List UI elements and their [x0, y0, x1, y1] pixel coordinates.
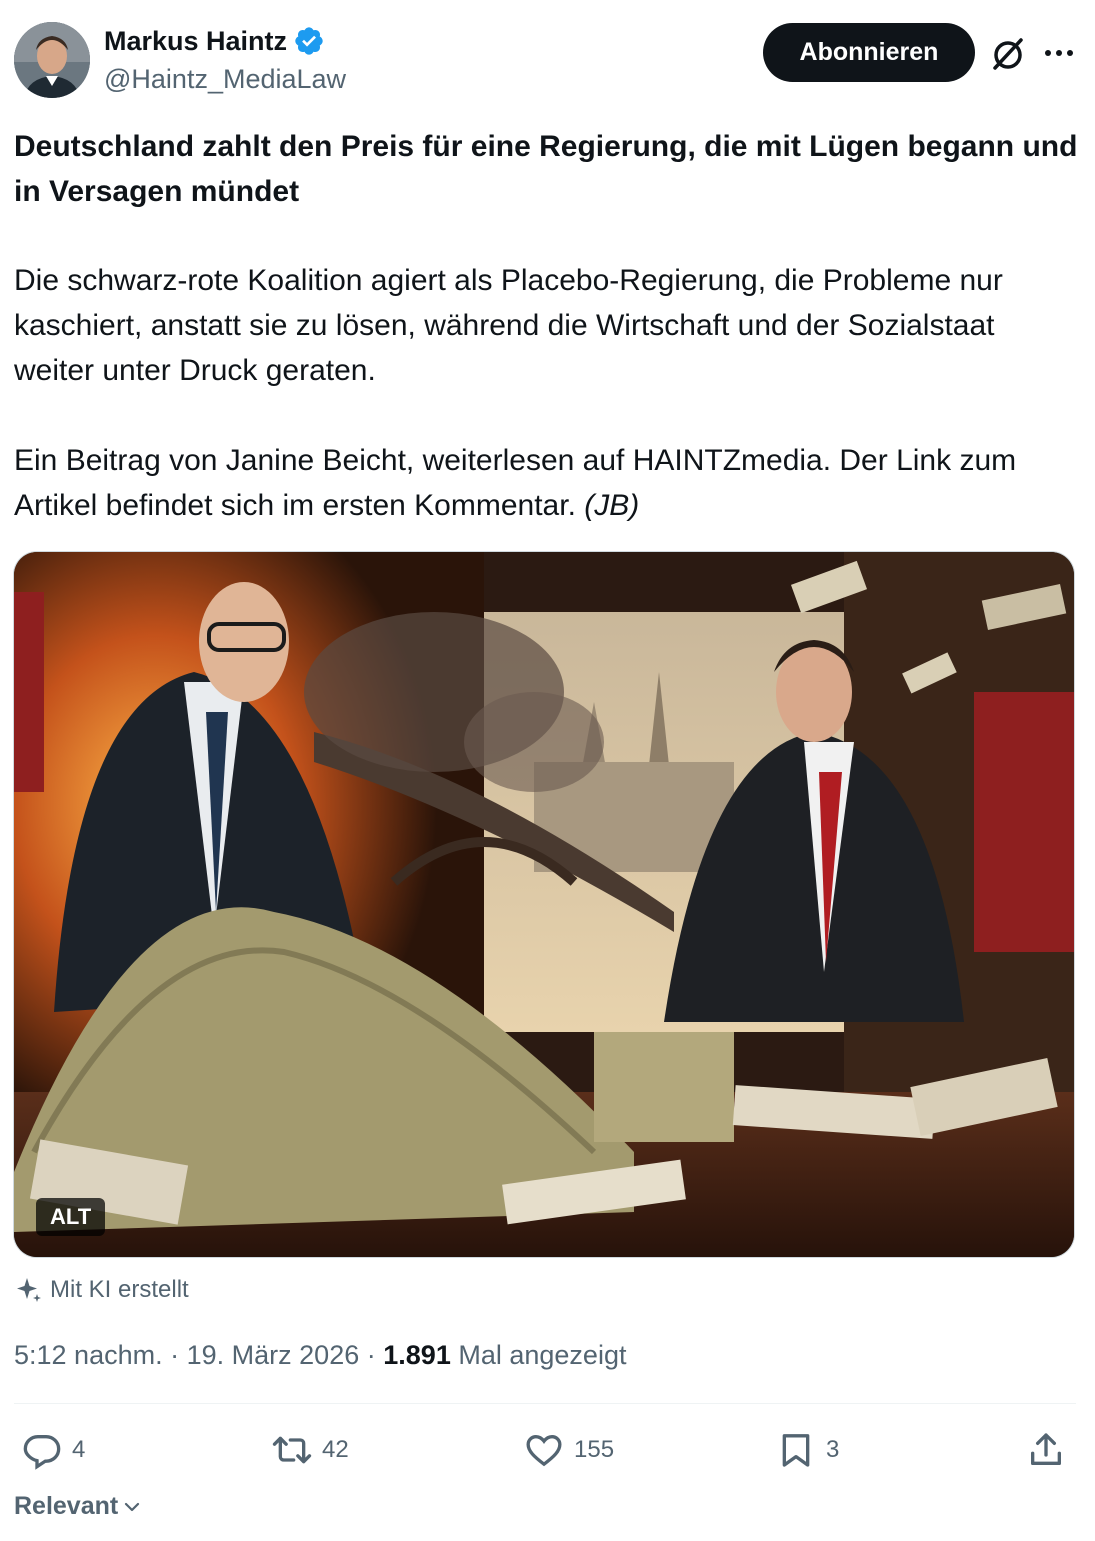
author-handle[interactable]: @Haintz_MediaLaw — [104, 62, 346, 96]
reply-sort-dropdown[interactable]: Relevant — [14, 1492, 142, 1521]
grok-icon[interactable] — [988, 34, 1028, 74]
post-image[interactable] — [13, 551, 1075, 1258]
sparkle-icon — [17, 1278, 41, 1302]
divider — [14, 1403, 1076, 1404]
views-label: Mal angezeigt — [458, 1340, 627, 1370]
post-time[interactable]: 5:12 nachm. — [14, 1340, 163, 1370]
post-metadata: 5:12 nachm. · 19. März 2026 · 1.891 Mal … — [14, 1337, 626, 1373]
reply-count: 4 — [72, 1436, 86, 1463]
author-initials: (JB) — [584, 489, 640, 522]
avatar[interactable] — [14, 22, 90, 98]
verified-badge-icon — [293, 25, 325, 57]
repost-count: 42 — [322, 1436, 349, 1463]
action-bar: 4 42 155 3 — [0, 1425, 1095, 1475]
views-count: 1.891 — [383, 1340, 451, 1370]
share-button[interactable] — [1026, 1425, 1066, 1475]
like-count: 155 — [574, 1436, 615, 1463]
post-paragraph-text: Ein Beitrag von Janine Beicht, weiterles… — [14, 444, 1017, 522]
post-paragraph: Ein Beitrag von Janine Beicht, weiterles… — [14, 438, 1079, 528]
like-button[interactable]: 155 — [524, 1425, 614, 1475]
post-paragraph: Die schwarz-rote Koalition agiert als Pl… — [14, 264, 1003, 387]
more-icon[interactable] — [1040, 36, 1078, 70]
heart-icon — [526, 1434, 562, 1467]
bookmark-icon — [782, 1434, 810, 1467]
chevron-down-icon — [125, 1502, 140, 1511]
share-icon — [1031, 1433, 1061, 1465]
reply-icon — [23, 1435, 61, 1470]
follow-button[interactable]: Abonnieren — [763, 23, 975, 82]
sort-label: Relevant — [14, 1492, 119, 1520]
bookmark-count: 3 — [826, 1436, 840, 1463]
repost-icon — [272, 1436, 312, 1464]
repost-button[interactable]: 42 — [272, 1425, 349, 1475]
alt-text-badge[interactable]: ALT — [36, 1198, 106, 1236]
bookmark-button[interactable]: 3 — [776, 1425, 839, 1475]
reply-button[interactable]: 4 — [22, 1425, 85, 1475]
ai-generated-label: Mit KI erstellt — [14, 1275, 189, 1305]
author-block: Markus Haintz @Haintz_MediaLaw — [104, 24, 346, 96]
meta-separator: · — [366, 1340, 376, 1370]
ai-label-text: Mit KI erstellt — [50, 1276, 189, 1303]
meta-separator: · — [170, 1340, 180, 1370]
post-date[interactable]: 19. März 2026 — [187, 1340, 360, 1370]
author-name[interactable]: Markus Haintz — [104, 24, 287, 58]
post-headline: Deutschland zahlt den Preis für eine Reg… — [14, 130, 1078, 208]
